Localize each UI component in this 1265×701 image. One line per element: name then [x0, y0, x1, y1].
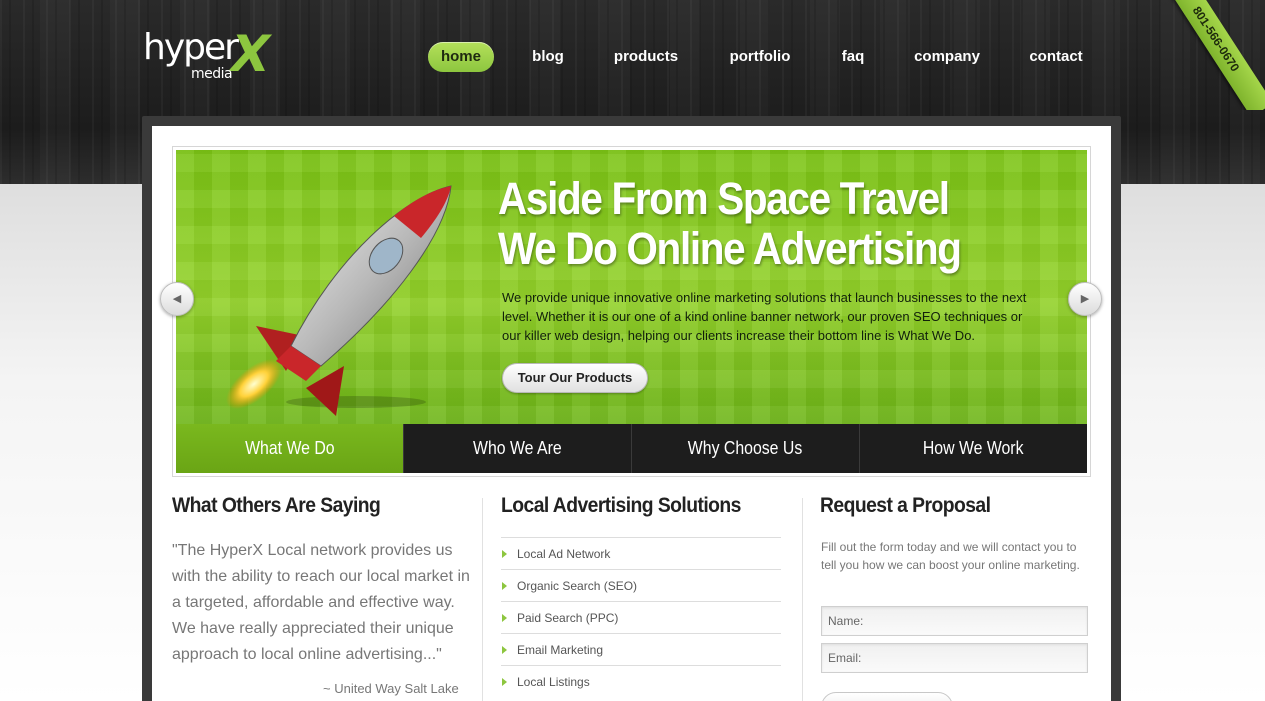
tab-label: How We Work: [923, 438, 1024, 458]
solution-link[interactable]: Local Ad Network: [517, 547, 610, 561]
testimonial-quote: "The HyperX Local network provides us wi…: [172, 542, 470, 663]
nav-contact[interactable]: contact: [1020, 42, 1092, 72]
hero-slide: Aside From Space Travel We Do Online Adv…: [176, 150, 1087, 424]
tab-how-we-work[interactable]: How We Work: [859, 424, 1087, 473]
bullet-arrow-icon: [502, 550, 507, 558]
arrow-right-icon: ▶: [1080, 293, 1090, 305]
arrow-left-icon: ◀: [172, 293, 182, 305]
main-nav: home blog products portfolio faq company…: [0, 42, 1265, 72]
solution-link[interactable]: Paid Search (PPC): [517, 611, 618, 625]
name-field[interactable]: Name:: [821, 606, 1088, 636]
slide-heading-line1: Aside From Space Travel: [498, 173, 950, 224]
list-item[interactable]: Local Ad Network: [501, 537, 781, 569]
solution-link[interactable]: Local Listings: [517, 675, 590, 689]
tab-who-we-are[interactable]: Who We Are: [403, 424, 631, 473]
slide-heading-line2: We Do Online Advertising: [498, 223, 962, 274]
testimonial-source: ~ United Way Salt Lake: [323, 681, 459, 696]
slide-description: We provide unique innovative online mark…: [502, 290, 1027, 343]
phone-ribbon: 801-566-0670: [1155, 0, 1265, 110]
bullet-arrow-icon: [502, 582, 507, 590]
slider-prev-button[interactable]: ◀: [160, 282, 194, 316]
tab-label: Who We Are: [473, 438, 562, 458]
nav-faq[interactable]: faq: [830, 42, 876, 72]
rocket-icon: [225, 185, 452, 416]
solution-link[interactable]: Email Marketing: [517, 643, 603, 657]
list-item[interactable]: Organic Search (SEO): [501, 569, 781, 601]
slider-next-button[interactable]: ▶: [1068, 282, 1102, 316]
nav-products[interactable]: products: [604, 42, 688, 72]
phone-number: 801-566-0670: [1158, 0, 1265, 110]
email-field[interactable]: Email:: [821, 643, 1088, 673]
nav-blog[interactable]: blog: [520, 42, 576, 72]
slide-heading: Aside From Space Travel We Do Online Adv…: [498, 174, 1002, 274]
tab-label: What We Do: [244, 438, 335, 458]
submit-button[interactable]: [821, 692, 953, 701]
nav-company[interactable]: company: [905, 42, 989, 72]
column-divider: [802, 498, 803, 701]
proposal-title: Request a Proposal: [820, 494, 991, 517]
tour-products-button[interactable]: Tour Our Products: [502, 363, 648, 393]
nav-portfolio[interactable]: portfolio: [719, 42, 801, 72]
list-item[interactable]: Local Listings: [501, 665, 781, 697]
solutions-title: Local Advertising Solutions: [501, 494, 741, 517]
testimonials-title: What Others Are Saying: [172, 494, 381, 517]
proposal-description: Fill out the form today and we will cont…: [821, 540, 1080, 572]
tab-what-we-do[interactable]: What We Do: [176, 424, 403, 473]
bullet-arrow-icon: [502, 646, 507, 654]
solutions-list: Local Ad Network Organic Search (SEO) Pa…: [501, 537, 781, 697]
list-item[interactable]: Paid Search (PPC): [501, 601, 781, 633]
bullet-arrow-icon: [502, 678, 507, 686]
nav-home[interactable]: home: [428, 42, 494, 72]
tab-label: Why Choose Us: [688, 438, 803, 458]
solution-link[interactable]: Organic Search (SEO): [517, 579, 637, 593]
column-divider: [482, 498, 483, 701]
bullet-arrow-icon: [502, 614, 507, 622]
tab-why-choose-us[interactable]: Why Choose Us: [631, 424, 859, 473]
slider-tabs: What We Do Who We Are Why Choose Us How …: [176, 424, 1087, 473]
list-item[interactable]: Email Marketing: [501, 633, 781, 665]
